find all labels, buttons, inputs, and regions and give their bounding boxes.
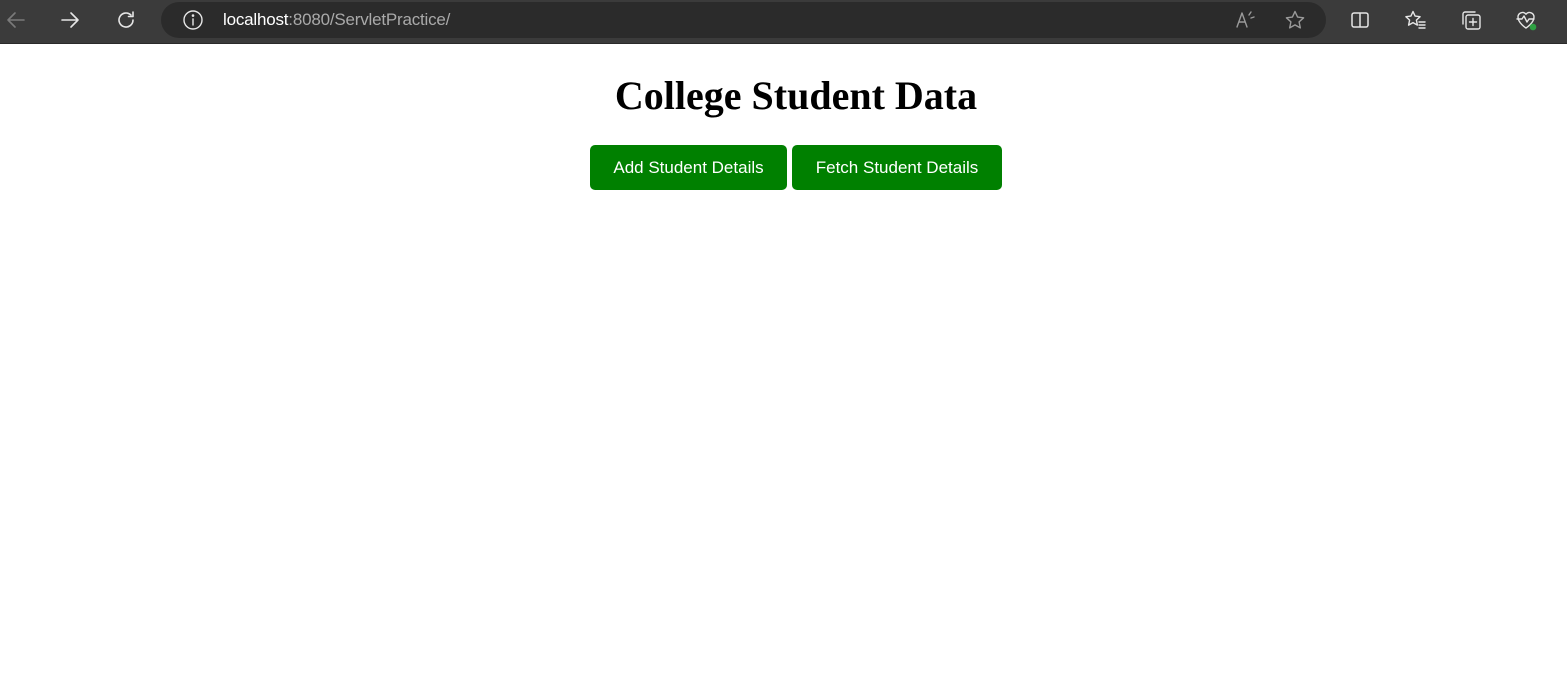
favorites-button[interactable]	[1399, 6, 1431, 34]
back-arrow-icon	[4, 8, 28, 32]
refresh-button[interactable]	[110, 6, 142, 34]
favorites-icon	[1403, 8, 1427, 32]
fetch-student-details-button[interactable]: Fetch Student Details	[792, 145, 1002, 190]
url-host: localhost	[223, 10, 289, 29]
back-button[interactable]	[0, 6, 32, 34]
url-path: :8080/ServletPractice/	[288, 10, 451, 29]
heartbeat-icon	[1513, 7, 1539, 33]
split-screen-button[interactable]	[1344, 6, 1376, 34]
read-aloud-icon	[1233, 8, 1257, 32]
star-icon	[1283, 8, 1307, 32]
forward-arrow-icon	[58, 8, 82, 32]
collections-button[interactable]	[1455, 6, 1487, 34]
browser-essentials-button[interactable]	[1510, 6, 1542, 34]
browser-toolbar: localhost:8080/ServletPractice/	[0, 0, 1567, 44]
collections-icon	[1459, 8, 1483, 32]
page-title: College Student Data	[614, 73, 978, 118]
forward-button[interactable]	[54, 6, 86, 34]
url-text[interactable]: localhost:8080/ServletPractice/	[223, 2, 450, 38]
site-info-button[interactable]	[177, 6, 209, 34]
info-icon	[182, 9, 204, 31]
split-screen-icon	[1348, 8, 1372, 32]
page-content: College Student Data Add Student Details…	[0, 44, 1567, 693]
address-bar[interactable]: localhost:8080/ServletPractice/	[161, 2, 1326, 38]
add-favorite-button[interactable]	[1279, 6, 1311, 34]
refresh-icon	[114, 8, 138, 32]
add-student-details-button[interactable]: Add Student Details	[590, 145, 787, 190]
read-aloud-button[interactable]	[1229, 6, 1261, 34]
